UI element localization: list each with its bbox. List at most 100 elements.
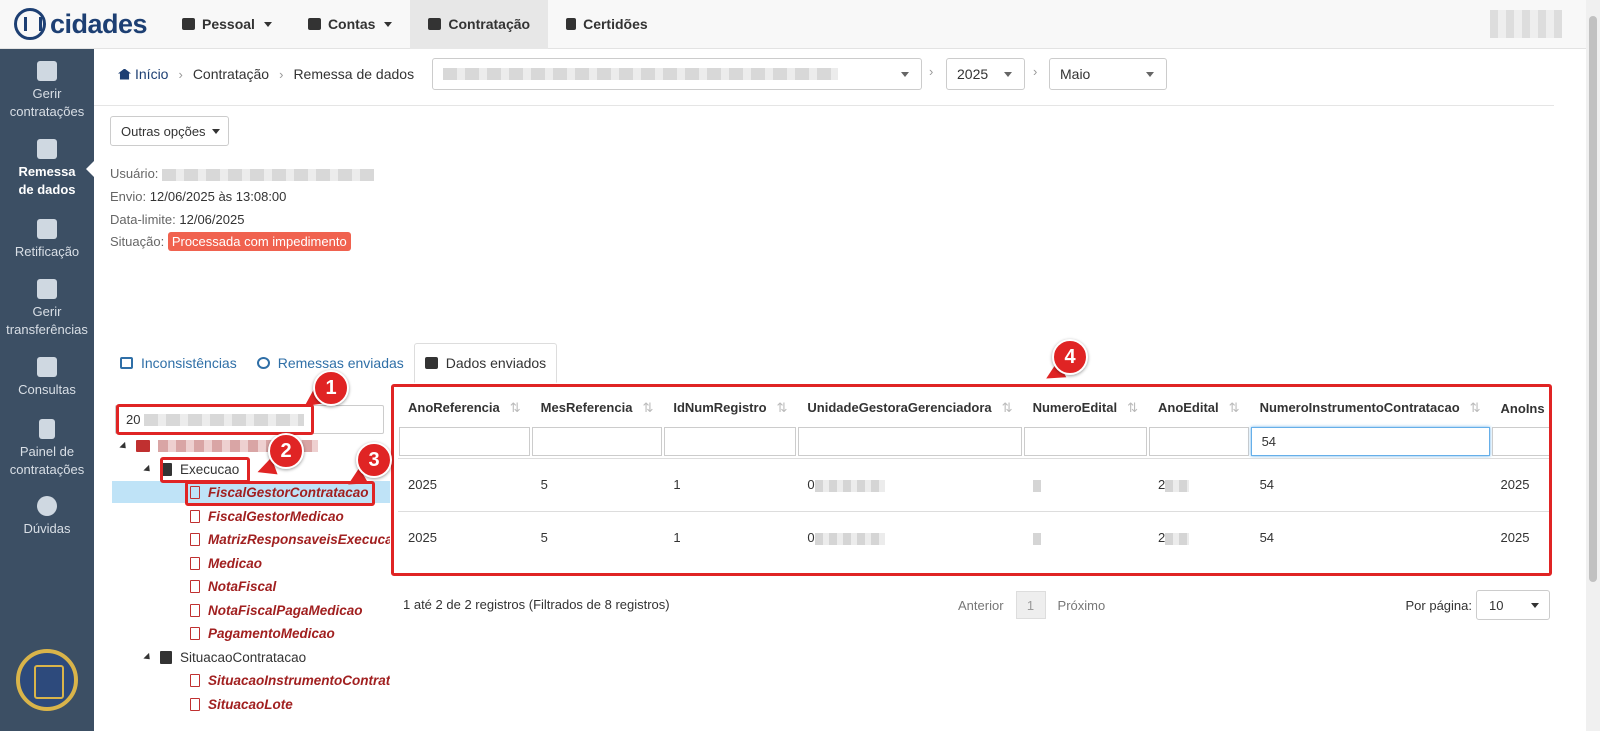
send-value: 12/06/2025 às 13:08:00 (149, 189, 287, 204)
annotation-bubble-4: 4 (1052, 339, 1088, 375)
tab-inconsistencias[interactable]: Inconsistências (110, 343, 247, 383)
breadcrumb-home-label: Início (135, 66, 169, 82)
sidebar: Gerir contratações Remessa de dados Reti… (0, 49, 95, 731)
scrollbar-thumb[interactable] (1589, 16, 1597, 582)
nav-contas[interactable]: Contas (290, 0, 410, 49)
tab-label: Dados enviados (445, 355, 547, 371)
tree-leaf-pagamento-medicao[interactable]: PagamentoMedicao (190, 622, 335, 644)
tab-dados-enviados[interactable]: Dados enviados (413, 343, 558, 383)
per-page-select[interactable]: 10 (1476, 590, 1550, 620)
tree-group-label: SituacaoContratacao (180, 649, 307, 665)
nav-contratacao[interactable]: Contratação (410, 0, 549, 49)
nav-contas-label: Contas (327, 16, 376, 32)
chevron-right-icon: › (279, 66, 284, 82)
pagination: Anterior 1 Próximo (958, 590, 1105, 620)
file-icon (39, 419, 55, 439)
logo-mark-icon (14, 8, 46, 40)
tree-leaf-nota-fiscal[interactable]: NotaFiscal (190, 575, 276, 597)
building-icon (37, 61, 57, 81)
user-menu[interactable] (1490, 10, 1562, 38)
history-icon (256, 357, 270, 369)
tab-label: Inconsistências (141, 355, 237, 371)
sidebar-item-consultas[interactable]: Consultas (0, 357, 94, 399)
sidebar-item-duvidas[interactable]: Dúvidas (0, 496, 94, 538)
chevron-right-icon: › (929, 64, 934, 79)
status-label: Situação: (110, 234, 165, 249)
annotation-bubble-3: 3 (356, 442, 392, 478)
other-options-button[interactable]: Outras opções (110, 116, 229, 146)
nav-pessoal[interactable]: Pessoal (164, 0, 290, 49)
sidebar-item-label: Retificação (14, 244, 80, 259)
caret-down-icon (1531, 603, 1539, 608)
chevron-right-icon: › (178, 66, 183, 82)
tree-leaf-label: NotaFiscalPagaMedicao (208, 602, 363, 618)
sidebar-item-label: Consultas (18, 382, 76, 397)
nav-pessoal-label: Pessoal (202, 16, 255, 32)
user-value (162, 168, 375, 181)
annotation-box-4 (391, 384, 1552, 576)
tree-leaf-label: FiscalGestorMedicao (208, 508, 344, 524)
breadcrumb-home[interactable]: Início (118, 66, 168, 82)
sidebar-item-painel-de-contratacoes[interactable]: Painel de contratações (0, 419, 94, 479)
sidebar-item-label: Gerir transferências (6, 304, 88, 337)
book-icon (37, 357, 57, 377)
cart-icon (428, 18, 442, 30)
cart-icon (424, 357, 438, 369)
divider (94, 105, 1554, 106)
tree-leaf-label: NotaFiscal (208, 578, 277, 594)
question-circle-icon (37, 496, 57, 516)
pagination-prev[interactable]: Anterior (958, 598, 1004, 613)
status-badge: Processada com impedimento (167, 232, 351, 251)
tab-label: Remessas enviadas (277, 355, 404, 371)
book-icon (160, 650, 172, 664)
user-label: Usuário: (110, 166, 159, 181)
breadcrumb-contratacao[interactable]: Contratação (193, 66, 269, 82)
sidebar-item-gerir-contratacoes[interactable]: Gerir contratações (0, 61, 94, 121)
entity-select[interactable] (432, 58, 922, 90)
caret-down-icon (901, 72, 909, 77)
annotation-box-3 (185, 481, 375, 506)
exchange-icon (37, 219, 57, 239)
tree-leaf-situacao-instrumento[interactable]: SituacaoInstrumentoContratacao (190, 669, 390, 691)
caret-down-icon (211, 128, 220, 134)
tree-leaf-label: MatrizResponsaveisExecucao (208, 531, 390, 547)
sidebar-item-gerir-transferencias[interactable]: Gerir transferências (0, 279, 94, 339)
info-deadline: Data-limite: 12/06/2025 (110, 212, 244, 227)
month-select-value: Maio (1060, 66, 1091, 82)
caret-down-icon (1004, 72, 1012, 77)
pagination-next[interactable]: Próximo (1058, 598, 1106, 613)
list-icon (120, 357, 133, 369)
file-icon (190, 697, 200, 711)
file-icon (190, 509, 200, 523)
annotation-bubble-2: 2 (268, 433, 304, 469)
cart-icon (136, 440, 150, 452)
year-select-value: 2025 (957, 66, 989, 82)
tree-leaf-fiscal-gestor-medicao[interactable]: FiscalGestorMedicao (190, 505, 344, 527)
tree-group-situacao-contratacao[interactable]: SituacaoContratacao (143, 646, 307, 668)
records-summary: 1 até 2 de 2 registros (Filtrados de 8 r… (403, 597, 670, 612)
expanded-icon (143, 652, 153, 662)
year-select[interactable]: 2025 (946, 58, 1025, 90)
sidebar-item-label: Remessa de dados (18, 164, 76, 197)
caret-down-icon (263, 21, 272, 27)
page-scrollbar[interactable] (1586, 0, 1600, 731)
logo[interactable]: cidades (0, 0, 160, 49)
folder-open-icon (37, 279, 57, 299)
sidebar-item-remessa-de-dados[interactable]: Remessa de dados (0, 139, 95, 199)
tree-leaf-situacao-lote[interactable]: SituacaoLote (190, 693, 293, 715)
tree-leaf-label: Medicao (208, 555, 263, 571)
pagination-page[interactable]: 1 (1015, 591, 1046, 619)
breadcrumb-remessa[interactable]: Remessa de dados (293, 66, 414, 82)
file-icon (190, 579, 200, 593)
table-footer: 1 até 2 de 2 registros (Filtrados de 8 r… (398, 590, 1550, 620)
annotation-bubble-1: 1 (313, 370, 349, 406)
sidebar-item-retificacao[interactable]: Retificação (0, 219, 94, 261)
month-select[interactable]: Maio (1049, 58, 1167, 90)
id-card-icon (182, 18, 195, 30)
other-options-label: Outras opções (121, 123, 206, 139)
tree-leaf-medicao[interactable]: Medicao (190, 552, 262, 574)
caret-down-icon (384, 21, 393, 27)
tree-leaf-nota-fiscal-paga[interactable]: NotaFiscalPagaMedicao (190, 599, 363, 621)
tree-leaf-matriz-responsaveis[interactable]: MatrizResponsaveisExecucao (190, 528, 390, 550)
nav-certidoes[interactable]: Certidões (548, 0, 666, 49)
